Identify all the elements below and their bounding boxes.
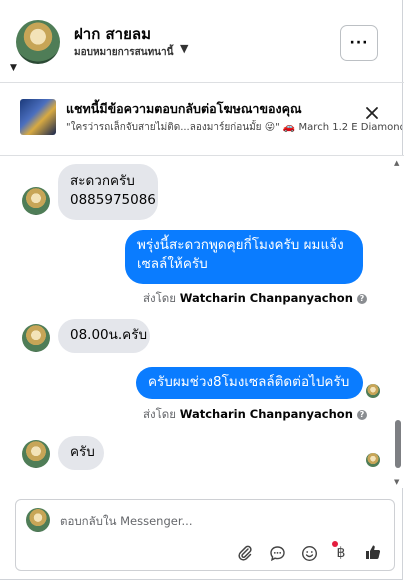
close-icon[interactable] xyxy=(364,106,380,122)
sender-name: Watcharin Chanpanyachon xyxy=(179,407,353,421)
outgoing-message: พรุ่งนี้สะดวกพูดคุยกี่โมงครับ ผมแจ้ง เซล… xyxy=(125,230,363,284)
scroll-up-icon[interactable]: ▲ xyxy=(394,159,399,167)
ad-reply-banner: แชทนี้มีข้อความตอบกลับต่อโฆษณาของคุณ "ใค… xyxy=(0,83,404,156)
sent-by-label: ส่งโดย Watcharin Chanpanyachon? xyxy=(143,290,367,308)
seen-receipt-avatar xyxy=(366,384,380,398)
ad-thumbnail xyxy=(20,99,56,135)
outgoing-message: ครับผมช่วง8โมงเซลล์ติดต่อไปครับ xyxy=(136,367,363,399)
emoji-icon[interactable] xyxy=(300,544,318,562)
conversation-header: ฝาก สายลม มอบหมายการสนทนานี้ ▼ ··· xyxy=(0,0,404,83)
thumbs-up-icon[interactable] xyxy=(364,543,382,561)
message-line: 0885975086 xyxy=(70,192,156,208)
sent-by-label: ส่งโดย Watcharin Chanpanyachon? xyxy=(143,406,367,424)
scrollbar-thumb[interactable] xyxy=(395,420,401,468)
contact-name[interactable]: ฝาก สายลม xyxy=(74,22,151,46)
ad-banner-title: แชทนี้มีข้อความตอบกลับต่อโฆษณาของคุณ xyxy=(66,101,302,116)
message-line: ครับผมช่วง8โมงเซลล์ติดต่อไปครับ xyxy=(148,374,350,390)
message-line: ครับ xyxy=(70,444,95,460)
paperclip-icon[interactable] xyxy=(236,544,254,562)
sent-by-prefix: ส่งโดย xyxy=(143,291,177,305)
contact-avatar[interactable] xyxy=(16,20,60,64)
sender-name: Watcharin Chanpanyachon xyxy=(179,291,353,305)
incoming-message: สะดวกครับ 0885975086 xyxy=(58,164,158,220)
ad-banner-preview[interactable]: "ใครว่ารถเล็กจับสายไม่ติด...ลองมาร์ยก่อน… xyxy=(66,120,402,135)
baht-symbol: ฿ xyxy=(336,545,346,561)
chat-bubble-icon[interactable] xyxy=(268,544,286,562)
more-horizontal-icon: ··· xyxy=(349,35,369,51)
message-line: สะดวกครับ xyxy=(70,173,135,189)
page-avatar xyxy=(26,508,50,532)
collapse-caret-icon[interactable]: ▼ xyxy=(10,63,17,73)
sent-by-prefix: ส่งโดย xyxy=(143,407,177,421)
more-options-button[interactable]: ··· xyxy=(340,25,378,61)
info-icon[interactable]: ? xyxy=(356,293,367,304)
scroll-down-icon[interactable]: ▼ xyxy=(394,478,399,486)
notification-dot xyxy=(332,541,338,547)
contact-avatar-small xyxy=(22,440,50,468)
incoming-message: 08.00น.ครับ xyxy=(58,319,150,353)
message-line: เซลล์ให้ครับ xyxy=(137,256,208,272)
contact-avatar-small xyxy=(22,187,50,215)
incoming-message: ครับ xyxy=(58,436,104,470)
caret-down-icon[interactable]: ▼ xyxy=(180,42,188,55)
seen-receipt-avatar xyxy=(366,453,380,467)
message-line: พรุ่งนี้สะดวกพูดคุยกี่โมงครับ ผมแจ้ง xyxy=(137,237,344,253)
message-line: 08.00น.ครับ xyxy=(70,327,148,343)
info-icon[interactable]: ? xyxy=(356,409,367,420)
reply-input[interactable] xyxy=(60,512,380,530)
contact-avatar-small xyxy=(22,324,50,352)
assign-conversation-link[interactable]: มอบหมายการสนทนานี้ xyxy=(74,45,173,60)
